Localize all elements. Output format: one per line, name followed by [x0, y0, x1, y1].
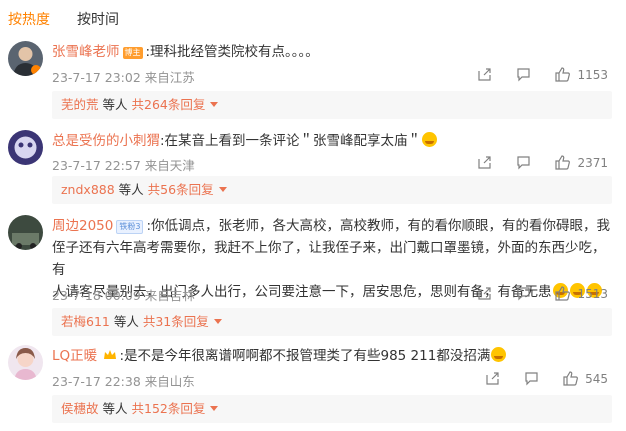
thumb-up-icon — [555, 67, 571, 82]
username[interactable]: 总是受伤的小刺猬 — [52, 133, 160, 149]
comment-time: 23-7-17 23:02 — [52, 70, 141, 85]
tab-time[interactable]: 按时间 — [77, 9, 119, 29]
share-icon — [478, 156, 492, 169]
avatar[interactable] — [8, 345, 43, 380]
comment-location: 来自江苏 — [144, 70, 195, 85]
username[interactable]: 张雪峰老师 — [52, 44, 120, 60]
reply-username[interactable]: zndx888 — [61, 182, 115, 197]
fan-badge: 铁粉3 — [116, 220, 144, 234]
share-button[interactable] — [477, 67, 492, 82]
comment-button[interactable] — [524, 371, 539, 386]
share-button[interactable] — [485, 371, 500, 386]
comment-text: 总是受伤的小刺猬:在某音上看到一条评论＂张雪峰配享太庙＂ — [52, 130, 618, 152]
comment-text: 周边2050 铁粉3:你低调点，张老师，各大高校，高校教师，有的看你顺眼，有的看你… — [52, 215, 618, 237]
comment-location: 来自吉林 — [144, 288, 195, 303]
comment-icon — [525, 372, 538, 386]
comment-content: :在某音上看到一条评论＂张雪峰配享太庙＂ — [160, 133, 422, 149]
like-count: 2371 — [577, 155, 608, 170]
reply-summary[interactable]: 侯穗故 等人 共152条回复 — [52, 395, 612, 423]
comment-actions: 1513 — [477, 286, 608, 301]
comment-icon — [517, 156, 531, 170]
comment-content: :理科批经管类院校有点。。。。 — [145, 44, 319, 60]
comment-meta: 23-7-18 00:09 来自吉林 — [52, 285, 195, 304]
username[interactable]: LQ正暖 — [52, 348, 97, 364]
chevron-down-icon — [213, 319, 222, 324]
reply-total[interactable]: 共264条回复 — [132, 97, 206, 112]
reply-total[interactable]: 共56条回复 — [148, 182, 214, 197]
crown-icon — [104, 350, 117, 359]
comment-button[interactable] — [516, 67, 531, 82]
like-count: 1153 — [577, 67, 608, 82]
comment-actions: 2371 — [477, 155, 608, 170]
comment-location: 来自山东 — [144, 374, 195, 389]
share-button[interactable] — [477, 155, 492, 170]
like-count: 1513 — [577, 286, 608, 301]
comment-content: :你低调点，张老师，各大高校，高校教师，有的看你顺眼，有的看你碍眼，我 — [146, 218, 611, 234]
comment-text: LQ正暖 :是不是今年很离谱啊啊都不报管理类了有些985 211都没招满 — [52, 345, 618, 367]
reply-mid: 等人 — [118, 182, 144, 197]
reply-mid: 等人 — [102, 97, 128, 112]
like-button[interactable]: 2371 — [555, 155, 608, 170]
comment-time: 23-7-17 22:38 — [52, 374, 141, 389]
avatar[interactable] — [8, 215, 43, 250]
avatar[interactable] — [8, 41, 43, 76]
comment-text-line: 侄子还有六年高考需要你，我赶不上你了，让我侄子来，出门戴口罩墨镜，外面的东西少吃… — [52, 240, 606, 278]
reply-summary[interactable]: 若梅611 等人 共31条回复 — [52, 308, 612, 336]
reply-total[interactable]: 共31条回复 — [143, 314, 209, 329]
comment-text: 张雪峰老师 博主:理科批经管类院校有点。。。。 — [52, 41, 618, 63]
share-icon — [478, 287, 492, 300]
author-badge: 博主 — [122, 47, 143, 59]
comment-icon — [517, 68, 531, 82]
chevron-down-icon — [218, 187, 227, 192]
comment-location: 来自天津 — [144, 158, 195, 173]
reply-username[interactable]: 侯穗故 — [61, 401, 99, 416]
chevron-down-icon — [210, 406, 219, 411]
like-button[interactable]: 1153 — [555, 67, 608, 82]
share-button[interactable] — [477, 286, 492, 301]
reply-total[interactable]: 共152条回复 — [132, 401, 206, 416]
sort-tabs: 按热度 按时间 — [8, 9, 119, 29]
like-button[interactable]: 545 — [563, 371, 608, 386]
comment-actions: 545 — [485, 371, 608, 386]
comment-icon — [517, 287, 531, 301]
reply-summary[interactable]: 芜的荒 等人 共264条回复 — [52, 91, 612, 119]
tab-hot[interactable]: 按热度 — [8, 9, 50, 29]
comment-button[interactable] — [516, 286, 531, 301]
emoji-icon — [491, 347, 507, 362]
comment-content: :是不是今年很离谱啊啊都不报管理类了有些985 211都没招满 — [119, 348, 491, 364]
emoji-icon — [422, 132, 438, 147]
reply-summary[interactable]: zndx888 等人 共56条回复 — [52, 176, 612, 204]
comment-time: 23-7-18 00:09 — [52, 288, 141, 303]
username[interactable]: 周边2050 — [52, 218, 113, 234]
avatar[interactable] — [8, 130, 43, 165]
comment-meta: 23-7-17 23:02 来自江苏 — [52, 67, 195, 86]
comment-meta: 23-7-17 22:57 来自天津 — [52, 155, 195, 174]
thumb-up-icon — [563, 371, 579, 386]
share-icon — [478, 68, 492, 81]
like-count: 545 — [585, 371, 608, 386]
reply-username[interactable]: 芜的荒 — [61, 97, 99, 112]
share-icon — [486, 372, 499, 385]
reply-mid: 等人 — [102, 401, 128, 416]
comment-meta: 23-7-17 22:38 来自山东 — [52, 371, 195, 390]
comment-time: 23-7-17 22:57 — [52, 158, 141, 173]
reply-mid: 等人 — [113, 314, 139, 329]
like-button[interactable]: 1513 — [555, 286, 608, 301]
chevron-down-icon — [210, 102, 219, 107]
comment-actions: 1153 — [477, 67, 608, 82]
thumb-up-icon — [555, 286, 571, 301]
reply-username[interactable]: 若梅611 — [61, 314, 110, 329]
comment-button[interactable] — [516, 155, 531, 170]
thumb-up-icon — [555, 155, 571, 170]
